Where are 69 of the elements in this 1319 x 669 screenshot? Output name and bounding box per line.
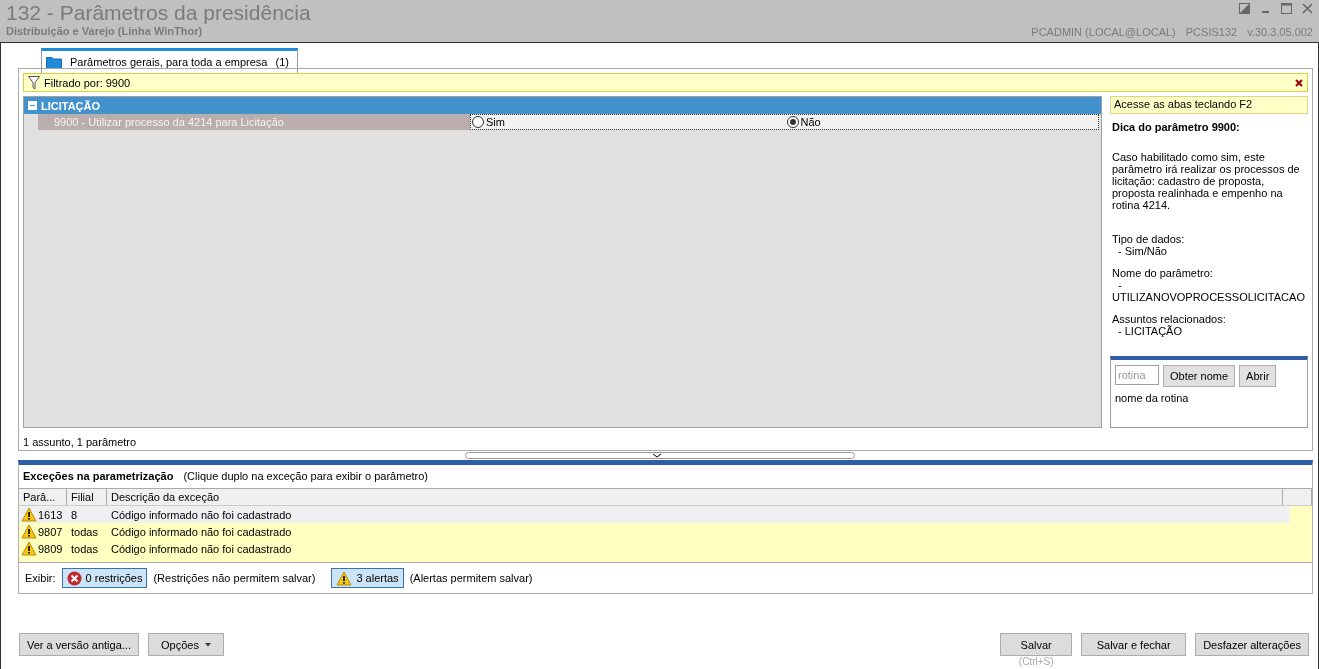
- get-name-button[interactable]: Obter nome: [1163, 365, 1236, 388]
- warning-icon: [336, 570, 353, 586]
- old-version-button[interactable]: Ver a versão antiga...: [19, 633, 139, 656]
- version-label: v.30.3.05.002: [1247, 26, 1313, 38]
- hint-title: Dica do parâmetro 9900:: [1112, 120, 1241, 133]
- tab[interactable]: Parâmetros gerais, para toda a empresa (1): [41, 48, 298, 73]
- filter-icon: [28, 75, 40, 90]
- table-row[interactable]: 9807 todas Código informado não foi cadastrado: [19, 523, 1290, 540]
- column-header[interactable]: Filial: [67, 489, 107, 505]
- restore-icon[interactable]: [1239, 3, 1250, 14]
- toggle-note: (Alertas permitem salvar): [409, 572, 533, 584]
- table-cell-text: Código informado não foi cadastrado: [110, 542, 293, 555]
- close-icon[interactable]: [1295, 78, 1303, 87]
- error-icon: [66, 570, 82, 586]
- caret-icon: [204, 642, 211, 647]
- save-button[interactable]: Salvar: [1000, 633, 1073, 656]
- window-subtitle: Distribuição e Varejo (Linha WinThor): [6, 25, 204, 37]
- warning-icon: [21, 524, 37, 539]
- undo-changes-button[interactable]: Desfazer alterações: [1195, 633, 1309, 656]
- maximize-icon[interactable]: [1281, 3, 1292, 14]
- exceptions-title: Exceções na parametrização: [23, 470, 174, 483]
- program-label: PCSIS132: [1185, 26, 1238, 38]
- table-cell: 9807: [38, 525, 63, 538]
- radio-label: Não: [800, 116, 821, 128]
- hint-value: -: [1117, 278, 1122, 291]
- hint-label: Tipo de dados:: [1112, 232, 1185, 245]
- hint-label: Nome do parâmetro:: [1112, 266, 1213, 279]
- radio-button[interactable]: [472, 116, 484, 128]
- table-cell-text: todas: [70, 542, 99, 555]
- hint-banner: Acesse as abas teclando F2: [1110, 96, 1308, 114]
- user-label: PCADMIN (LOCAL@LOCAL): [1031, 26, 1176, 38]
- table-cell-text: 8: [70, 508, 79, 521]
- table-cell-text: Código informado não foi cadastrado: [110, 525, 293, 538]
- radio-label: Sim: [486, 116, 505, 128]
- table-cell-text: Código informado não foi cadastrado: [110, 508, 293, 521]
- tab-count: (1): [275, 56, 289, 68]
- warning-icon: [21, 541, 37, 556]
- table-cell: 1613: [38, 508, 63, 521]
- hint-description: Caso habilitado como sim, este parâmetro irá realizar os processos de licitação: cadastro de proposta, proposta realinhada e empenho na rotina 4214.: [1112, 150, 1301, 211]
- hint-value: - LICITAÇÃO: [1117, 324, 1182, 337]
- column-header[interactable]: Descrição da exceção: [107, 489, 1283, 505]
- radio-button[interactable]: [786, 116, 799, 128]
- table-row[interactable]: 1613 8 Código informado não foi cadastrado: [19, 506, 1290, 523]
- toggle-note: (Restrições não permitem salvar): [153, 572, 316, 584]
- folder-icon: [46, 55, 62, 69]
- shortcut-hint: (Ctrl+S): [1018, 656, 1054, 668]
- options-button[interactable]: Opções: [147, 633, 224, 656]
- restrictions-toggle[interactable]: 0 restrições: [61, 568, 148, 588]
- save-and-close-button[interactable]: Salvar e fechar: [1081, 633, 1187, 656]
- hint-label: Assuntos relacionados:: [1112, 312, 1226, 325]
- table-row[interactable]: 9809 todas Código informado não foi cadastrado: [19, 540, 1290, 557]
- parameter-label: 9900 - Utilizar processo da 4214 para Licitação: [38, 114, 470, 130]
- show-label: Exibir:: [25, 572, 56, 584]
- open-button[interactable]: Abrir: [1239, 365, 1277, 388]
- hint-value: UTILIZANOVOPROCESSOLICITACAO: [1112, 290, 1305, 303]
- column-header[interactable]: Parâ...: [19, 489, 67, 505]
- filter-label: Filtrado por: 9900: [44, 76, 131, 89]
- window-title: 132 - Parâmetros da presidência: [6, 1, 311, 25]
- routine-name-label: nome da rotina: [1115, 392, 1190, 405]
- grid-status: 1 assunto, 1 parâmetro: [23, 435, 138, 448]
- table-cell-text: todas: [70, 525, 99, 538]
- tab-label: Parâmetros gerais, para toda a empresa: [70, 56, 268, 68]
- routine-input[interactable]: rotina: [1115, 365, 1159, 386]
- alerts-toggle[interactable]: 3 alertas: [331, 568, 404, 588]
- exceptions-hint: (Clique duplo na exceção para exibir o parâmetro): [183, 470, 428, 483]
- warning-icon: [21, 507, 37, 522]
- group-title: LICITAÇÃO: [41, 99, 101, 112]
- hint-value: - Sim/Não: [1118, 244, 1167, 257]
- table-cell: 9809: [38, 542, 63, 555]
